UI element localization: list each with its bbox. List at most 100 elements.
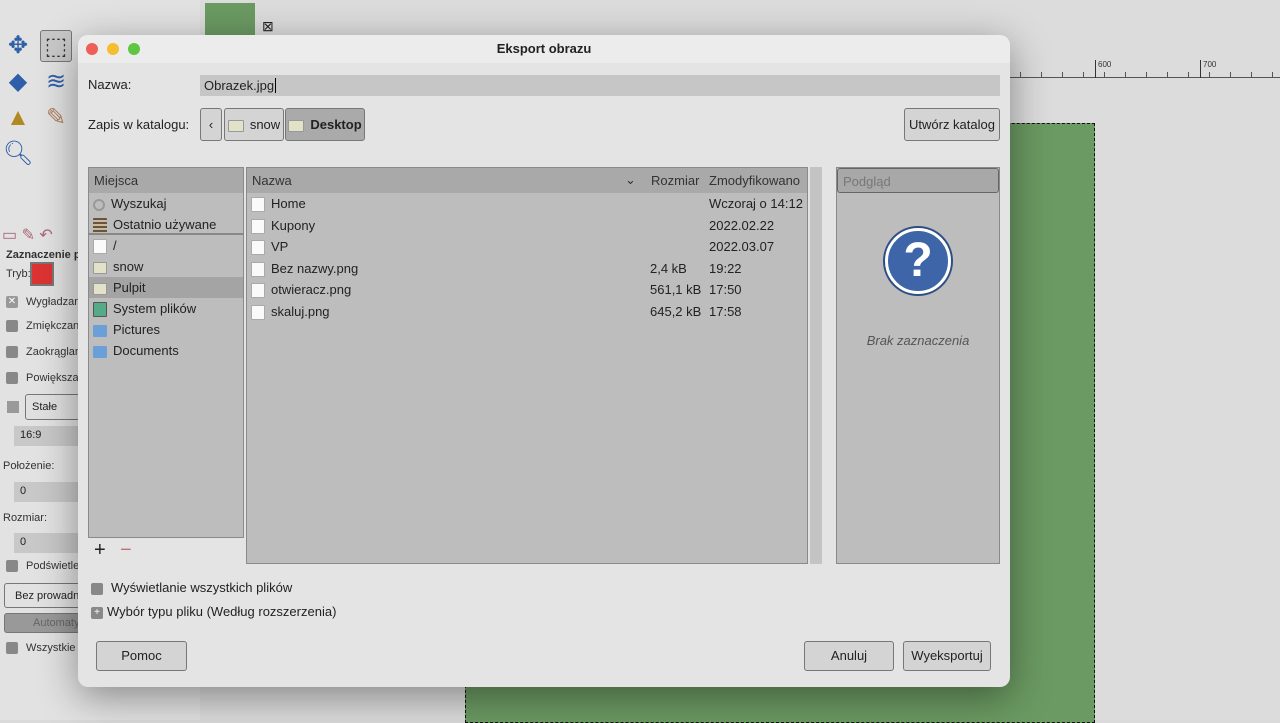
help-button[interactable]: Pomoc — [96, 641, 187, 671]
file-row[interactable]: Home Wczoraj o 14:12 — [247, 193, 807, 215]
close-image-icon[interactable]: ⊠ — [262, 18, 274, 35]
rect-select-tool-icon[interactable]: ⬚ — [40, 30, 72, 62]
show-all-files-checkbox[interactable]: Wyświetlanie wszystkich plików — [91, 580, 292, 595]
mode-replace-icon[interactable] — [30, 262, 54, 286]
expander-plus-icon: + — [91, 606, 103, 619]
option-feather[interactable]: Zmiękczani — [6, 320, 82, 333]
file-icon — [251, 197, 265, 213]
file-list-header: Nazwa ⌄ Rozmiar Zmodyfikowano — [247, 168, 807, 193]
place-label: System plików — [113, 301, 197, 316]
file-icon — [251, 304, 265, 320]
tool-options-tabs-icon[interactable]: ▭ ✎ ↶ — [2, 225, 53, 245]
position-label: Położenie: — [3, 460, 55, 472]
image-thumbnail[interactable] — [205, 3, 255, 38]
file-modified: 19:22 — [709, 260, 742, 276]
file-modified: 17:50 — [709, 282, 742, 297]
option-label: Powiększar — [26, 372, 83, 384]
minimize-window-button[interactable] — [107, 43, 119, 55]
place-label: Pictures — [113, 322, 160, 337]
file-icon — [251, 261, 265, 277]
file-row[interactable]: skaluj.png 645,2 kB 17:58 — [247, 301, 807, 323]
filename-input[interactable]: Obrazek.jpg — [200, 75, 1000, 96]
export-dialog: Eksport obrazu Nazwa: Obrazek.jpg Zapis … — [78, 35, 1010, 687]
place-snow[interactable]: snow — [89, 256, 243, 277]
file-name: skaluj.png — [271, 303, 330, 319]
scrollbar[interactable] — [810, 167, 822, 564]
remove-place-icon[interactable]: − — [120, 539, 132, 562]
option-label: Podświetle — [26, 560, 80, 572]
places-header: Miejsca — [89, 168, 243, 193]
option-all-layers[interactable]: Wszystkie w — [6, 642, 87, 655]
place-recent[interactable]: Ostatnio używane — [89, 214, 243, 235]
clone-tool-icon[interactable]: ▲ — [2, 102, 34, 134]
folder-icon — [227, 119, 244, 132]
path-label: Desktop — [310, 117, 362, 132]
smudge-tool-icon[interactable]: ✎ — [40, 102, 72, 134]
tool-options-title: Zaznaczenie p — [6, 249, 81, 261]
horizontal-ruler: 600 700 — [1010, 60, 1280, 78]
option-antialias[interactable]: ✕ Wygładzan — [6, 296, 81, 309]
file-size: 645,2 kB — [650, 303, 702, 319]
place-documents[interactable]: Documents — [89, 340, 243, 361]
place-desktop[interactable]: Pulpit — [89, 277, 243, 298]
path-button-snow[interactable]: snow — [224, 108, 284, 141]
file-name: Bez nazwy.png — [271, 260, 359, 276]
mode-label: Tryb: — [6, 268, 31, 280]
option-label: Wygładzan — [26, 296, 81, 308]
name-label: Nazwa: — [88, 77, 132, 92]
file-name: otwieracz.png — [271, 282, 352, 297]
preview-pane: Podgląd ? Brak zaznaczenia — [836, 167, 1000, 564]
file-icon — [251, 218, 265, 234]
warp-tool-icon[interactable]: ≋ — [40, 66, 72, 98]
question-icon: ? — [885, 228, 951, 294]
preview-empty-text: Brak zaznaczenia — [866, 333, 970, 348]
maximize-window-button[interactable] — [128, 43, 140, 55]
export-button[interactable]: Wyeksportuj — [903, 641, 991, 671]
file-icon — [251, 240, 265, 256]
move-tool-icon[interactable]: ✥ — [2, 30, 34, 62]
column-modified[interactable]: Zmodyfikowano — [709, 173, 800, 188]
close-window-button[interactable] — [86, 43, 98, 55]
file-name: Kupony — [271, 217, 316, 233]
place-label: Documents — [113, 343, 179, 358]
file-row[interactable]: Bez nazwy.png 2,4 kB 19:22 — [247, 258, 807, 280]
file-row[interactable]: VP 2022.03.07 — [247, 236, 807, 258]
option-highlight[interactable]: Podświetle — [6, 560, 80, 573]
option-round[interactable]: Zaokrąglan — [6, 346, 81, 359]
cancel-button[interactable]: Anuluj — [804, 641, 894, 671]
path-button-desktop[interactable]: Desktop — [285, 108, 365, 141]
place-label: Pulpit — [113, 280, 146, 295]
add-place-icon[interactable]: + — [94, 539, 106, 562]
folder-label: Zapis w katalogu: — [88, 117, 190, 132]
place-pictures[interactable]: Pictures — [89, 319, 243, 340]
place-label: / — [113, 238, 117, 253]
path-label: snow — [249, 117, 281, 132]
fixed-checkbox[interactable] — [7, 401, 19, 413]
expander-label: Wybór typu pliku (Według rozszerzenia) — [107, 604, 337, 619]
transform-tool-icon[interactable]: ◆ — [2, 66, 34, 98]
search-icon — [93, 198, 105, 211]
file-icon — [251, 283, 265, 299]
option-expand[interactable]: Powiększar — [6, 372, 83, 385]
file-row[interactable]: Kupony 2022.02.22 — [247, 215, 807, 237]
column-name[interactable]: Nazwa — [252, 173, 292, 188]
file-modified: 2022.03.07 — [709, 239, 775, 254]
file-row[interactable]: otwieracz.png 561,1 kB 17:50 — [247, 279, 807, 301]
path-back-button[interactable]: ‹ — [200, 108, 222, 141]
file-type-expander[interactable]: + Wybór typu pliku (Według rozszerzenia) — [91, 604, 336, 619]
file-list: Nazwa ⌄ Rozmiar Zmodyfikowano Home Wczora… — [246, 167, 808, 564]
file-modified: Wczoraj o 14:12 — [709, 196, 803, 211]
recent-icon — [93, 218, 107, 234]
size-label: Rozmiar: — [3, 512, 48, 524]
place-search[interactable]: Wyszukaj — [89, 193, 243, 214]
place-filesystem[interactable]: System plików — [89, 298, 243, 319]
file-name: Home — [271, 196, 306, 211]
file-modified: 17:58 — [709, 303, 742, 319]
sort-chevron-down-icon[interactable]: ⌄ — [625, 172, 636, 188]
place-label: Wyszukaj — [111, 196, 167, 211]
column-size[interactable]: Rozmiar — [651, 173, 699, 188]
create-folder-button[interactable]: Utwórz katalog — [904, 108, 1000, 141]
place-root[interactable]: / — [89, 235, 243, 256]
zoom-tool-icon[interactable]: 🔍︎ — [2, 138, 34, 170]
option-label: Zmiękczani — [26, 320, 82, 332]
